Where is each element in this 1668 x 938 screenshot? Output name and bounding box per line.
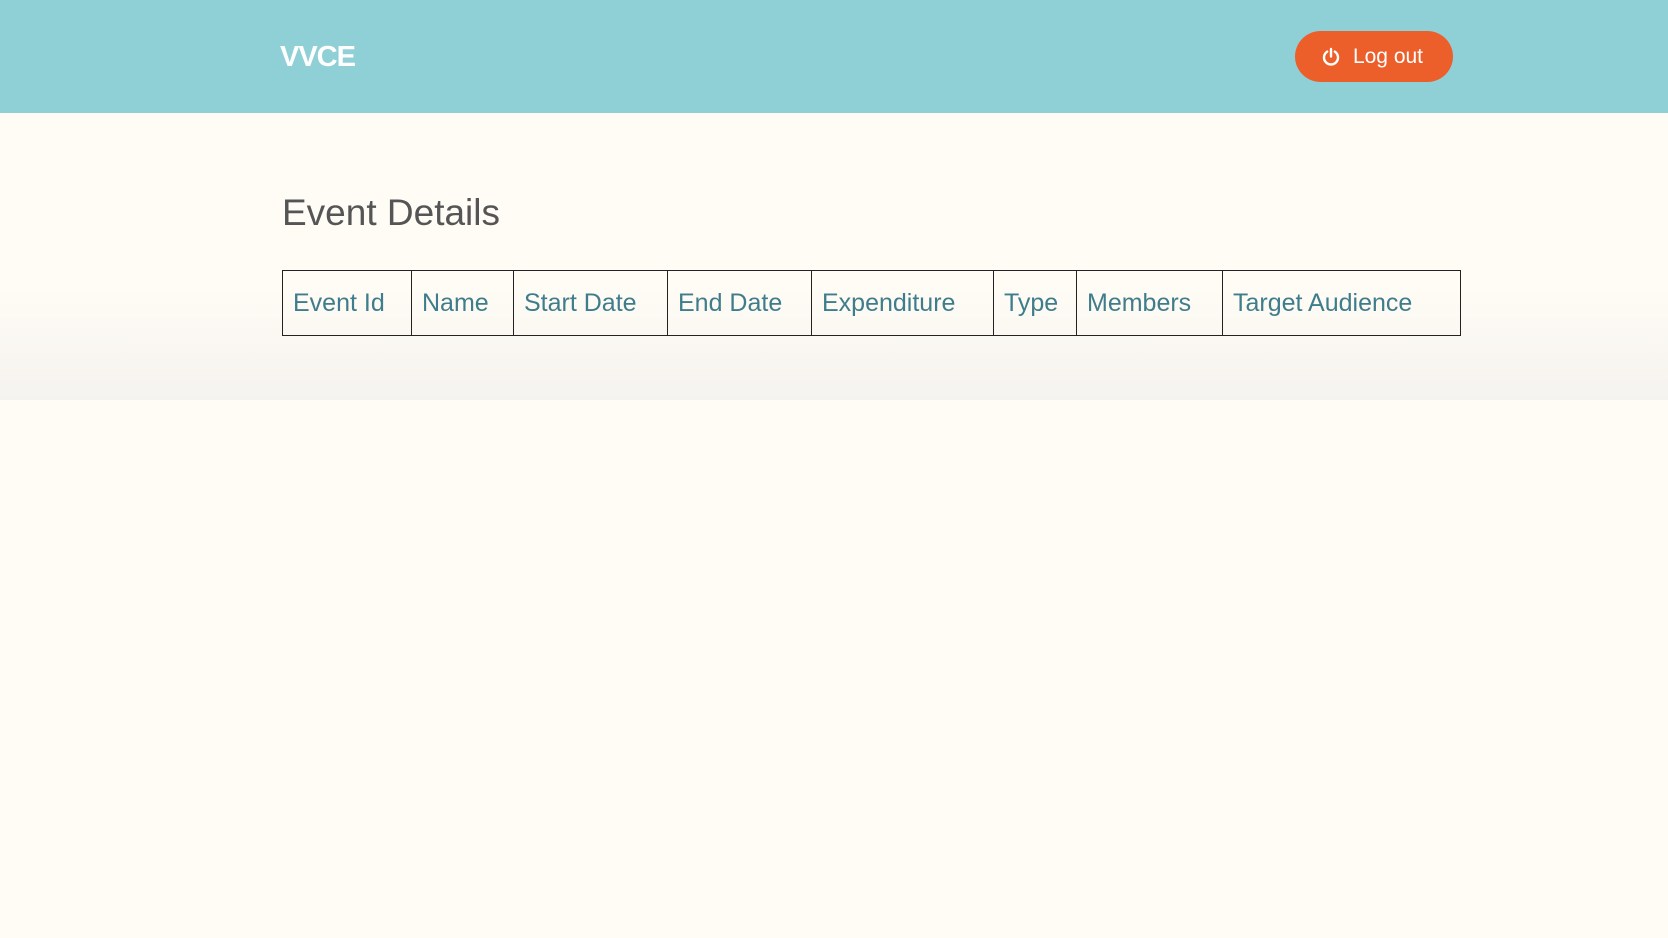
power-icon bbox=[1321, 47, 1341, 67]
column-header-members: Members bbox=[1076, 270, 1223, 336]
column-header-type: Type bbox=[993, 270, 1077, 336]
column-header-start-date: Start Date bbox=[513, 270, 668, 336]
logout-label: Log out bbox=[1352, 44, 1424, 68]
top-navbar: VVCE Log out bbox=[0, 0, 1668, 113]
table-header-row: Event Id Name Start Date End Date Expend… bbox=[282, 270, 1461, 336]
column-header-name: Name bbox=[411, 270, 514, 336]
column-header-expenditure: Expenditure bbox=[811, 270, 994, 336]
column-header-event-id: Event Id bbox=[282, 270, 412, 336]
page-title: Event Details bbox=[282, 192, 500, 233]
column-header-end-date: End Date bbox=[667, 270, 812, 336]
event-details-table: Event Id Name Start Date End Date Expend… bbox=[282, 270, 1461, 336]
content-section bbox=[0, 113, 1668, 400]
column-header-target-audience: Target Audience bbox=[1222, 270, 1461, 336]
logout-button[interactable]: Log out bbox=[1295, 31, 1453, 82]
brand-logo[interactable]: VVCE bbox=[280, 37, 356, 77]
